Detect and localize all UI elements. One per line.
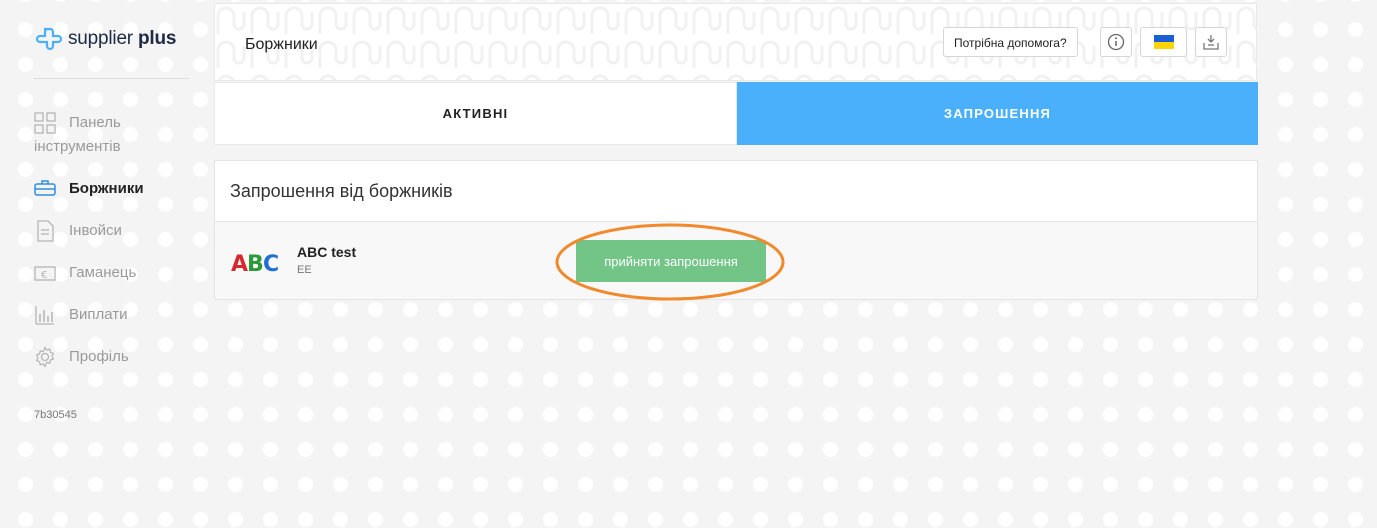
sidebar-item-label: Панель (69, 114, 121, 131)
sidebar-item-label: Гаманець (69, 264, 137, 281)
sidebar-item-dashboard[interactable]: Панель інструментів (34, 110, 204, 160)
sidebar-nav: Панель інструментів Боржники Інвойси € Г… (34, 110, 204, 386)
sidebar-item-label: Профіль (69, 348, 129, 365)
sidebar-item-label: Інвойси (69, 222, 122, 239)
info-button[interactable] (1100, 27, 1132, 57)
logo-text-bold: plus (138, 28, 177, 49)
info-icon (1107, 33, 1125, 51)
debtor-name: ABC test (297, 244, 357, 260)
page-header: Боржники Потрібна допомога? (214, 3, 1257, 81)
invoice-icon (37, 220, 54, 242)
sidebar-item-profile[interactable]: Профіль (34, 344, 204, 370)
svg-text:A: A (231, 252, 248, 274)
export-button[interactable] (1195, 27, 1227, 57)
sidebar-item-debtors[interactable]: Боржники (34, 176, 204, 202)
debtors-icon (34, 180, 56, 196)
tab-active[interactable]: АКТИВНІ (214, 82, 737, 145)
ukraine-flag-icon (1153, 35, 1174, 49)
sidebar-item-label-line2: інструментів (34, 138, 121, 155)
payouts-icon (35, 306, 54, 325)
wallet-icon: € (34, 266, 56, 281)
sidebar-item-label: Виплати (69, 306, 128, 323)
language-button[interactable] (1140, 27, 1187, 57)
list-item: A B C ABC test EE прийняти запрошення (215, 222, 1257, 300)
logo[interactable]: supplier plus (34, 26, 176, 52)
logo-text-light: supplier (68, 28, 133, 49)
dashboard-icon (34, 112, 56, 134)
gear-icon (35, 346, 55, 368)
svg-text:€: € (41, 270, 47, 281)
svg-text:B: B (247, 252, 264, 274)
svg-text:C: C (263, 252, 279, 274)
sidebar: supplier plus Панель інструментів Боржни… (0, 0, 205, 528)
sidebar-item-label: Боржники (69, 180, 144, 197)
export-icon (1203, 35, 1219, 50)
tabs: АКТИВНІ ЗАПРОШЕННЯ (214, 82, 1258, 145)
logo-mark-icon (35, 27, 63, 51)
invitations-card: Запрошення від боржників A B C ABC test … (214, 160, 1258, 300)
help-button[interactable]: Потрібна допомога? (943, 27, 1078, 57)
abc-logo-icon: A B C (231, 252, 279, 274)
debtor-country: EE (297, 264, 312, 276)
sidebar-item-invoices[interactable]: Інвойси (34, 218, 204, 244)
sidebar-item-payouts[interactable]: Виплати (34, 302, 204, 328)
version-label: 7b30545 (34, 409, 77, 421)
page-title: Боржники (245, 36, 318, 53)
tab-invitations[interactable]: ЗАПРОШЕННЯ (737, 82, 1258, 145)
accept-invitation-button[interactable]: прийняти запрошення (576, 240, 766, 282)
sidebar-divider (34, 78, 189, 79)
sidebar-item-wallet[interactable]: € Гаманець (34, 260, 204, 286)
invitations-heading: Запрошення від боржників (215, 161, 1257, 222)
